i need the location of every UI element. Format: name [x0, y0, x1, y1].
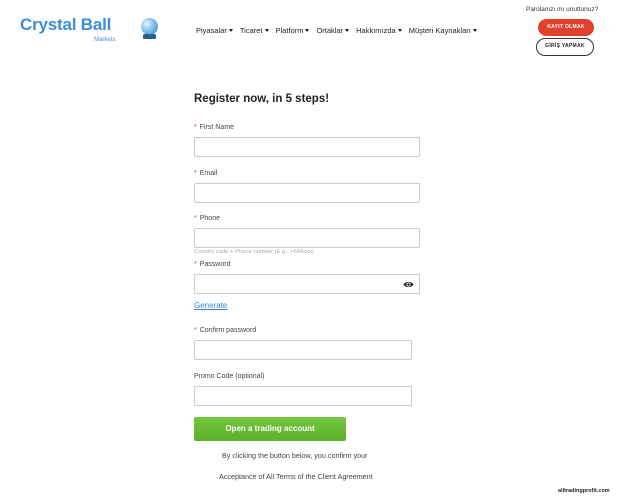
nav-item-hakkimizda[interactable]: Hakkımızda [356, 26, 402, 35]
nav-item-ticaret[interactable]: Ticaret [240, 26, 269, 35]
main-nav: Piyasalar Ticaret Platform Ortaklar Hakk… [196, 26, 477, 35]
logo-text: Crystal Ball [20, 15, 112, 34]
terms-text-line2: Acceptance of All Terms of the Client Ag… [219, 472, 373, 481]
required-mark: * [194, 261, 197, 268]
nav-item-piyasalar[interactable]: Piyasalar [196, 26, 233, 35]
promo-code-input[interactable] [194, 386, 412, 406]
register-button[interactable]: KAYIT OLMAK [538, 19, 594, 36]
required-mark: * [194, 170, 197, 177]
nav-item-musteri-kaynaklari[interactable]: Müşteri Kaynakları [409, 26, 477, 35]
promo-code-label: Promo Code (optional) [194, 373, 265, 380]
forgot-password-link[interactable]: Parolanızı mı unuttunuz? [526, 6, 598, 13]
required-mark: * [194, 327, 197, 334]
login-button[interactable]: GİRİŞ YAPMAK [536, 38, 594, 56]
nav-item-label: Ticaret [239, 26, 263, 35]
caret-down-icon [397, 29, 402, 32]
phone-input[interactable] [194, 228, 420, 248]
terms-text-line1: By clicking the button below, you confir… [222, 451, 368, 460]
nav-item-ortaklar[interactable]: Ortaklar [316, 26, 350, 35]
required-mark: * [194, 124, 197, 131]
first-name-label: * First Name [194, 124, 234, 131]
confirm-password-input[interactable] [194, 340, 412, 360]
nav-item-label: Hakkımızda [356, 26, 396, 35]
caret-down-icon [228, 29, 233, 32]
email-input[interactable] [194, 183, 420, 203]
crystal-ball-stand [143, 34, 156, 39]
password-label: * Password [194, 261, 231, 268]
page-title: Register now, in 5 steps! [194, 93, 330, 105]
eye-icon[interactable] [403, 280, 414, 289]
logo-subtitle: Markets [94, 37, 116, 43]
caret-down-icon [305, 29, 310, 32]
first-name-input[interactable] [194, 137, 420, 157]
phone-label: * Phone [194, 215, 220, 222]
email-label: * Email [194, 170, 218, 177]
phone-hint: Country code + Phone number (E.g.: +694x… [194, 249, 314, 255]
caret-down-icon [264, 29, 269, 32]
caret-down-icon [472, 29, 477, 32]
caret-down-icon [345, 29, 350, 32]
nav-item-label: Platform [275, 26, 304, 35]
nav-item-label: Piyasalar [196, 26, 227, 35]
nav-item-label: Müşteri Kaynakları [408, 26, 471, 35]
crystal-ball-icon [141, 18, 158, 35]
password-input[interactable] [194, 274, 420, 294]
nav-item-label: Ortaklar [316, 26, 344, 35]
open-trading-account-button[interactable]: Open a trading account [194, 417, 346, 441]
generate-password-link[interactable]: Generate [194, 301, 227, 310]
nav-item-platform[interactable]: Platform [276, 26, 310, 35]
required-mark: * [194, 215, 197, 222]
watermark: alltradingprofit.com [558, 488, 610, 494]
confirm-password-label: * Confirm password [194, 327, 257, 334]
